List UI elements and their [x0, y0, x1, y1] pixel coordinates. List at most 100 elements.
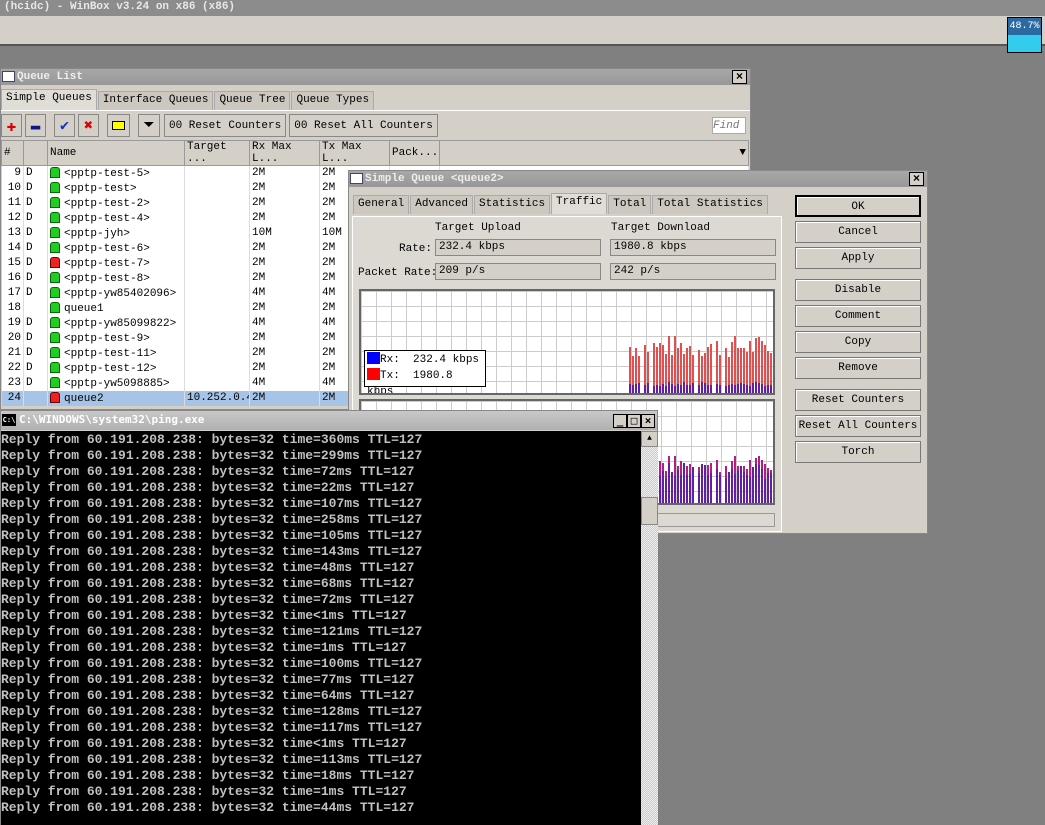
rx-bar [743, 384, 745, 393]
tab-total[interactable]: Total [608, 195, 652, 214]
tab-queue-types[interactable]: Queue Types [291, 91, 375, 110]
queue-list-title-bar[interactable]: Queue List × [1, 69, 750, 85]
scrollbar[interactable]: ▲ [641, 431, 658, 825]
queue-name: <pptp-test-6> [64, 242, 150, 255]
reset-counters-button[interactable]: Reset Counters [795, 389, 921, 411]
queue-target: 10.252.0.4 [184, 390, 250, 406]
row-number: 10 [1, 180, 24, 196]
queue-tabs: Simple Queues Interface Queues Queue Tree Q… [1, 89, 750, 110]
tab-statistics[interactable]: Statistics [474, 195, 551, 214]
rx-bar [746, 475, 748, 503]
queue-name: <pptp-jyh> [64, 227, 131, 240]
tab-simple-queues[interactable]: Simple Queues [1, 89, 97, 110]
rx-bar [686, 475, 688, 503]
queue-target [184, 240, 250, 256]
tab-queue-tree[interactable]: Queue Tree [214, 91, 291, 110]
rx-bar [677, 470, 679, 503]
upload-rate-field: 232.4 kbps [435, 239, 601, 256]
scroll-thumb[interactable] [641, 497, 658, 525]
tab-general[interactable]: General [353, 195, 410, 214]
window-icon [350, 173, 363, 184]
rx-bar [665, 386, 667, 393]
tab-traffic[interactable]: Traffic [551, 193, 608, 214]
enable-icon[interactable]: ✔ [54, 114, 75, 137]
rx-bar [632, 385, 634, 393]
queue-status-icon [50, 391, 60, 403]
add-icon[interactable]: ✚ [1, 114, 22, 137]
row-number: 23 [1, 375, 24, 391]
console-line: Reply from 60.191.208.238: bytes=32 time… [1, 736, 407, 751]
ping-title: C:\WINDOWS\system32\ping.exe [19, 413, 205, 426]
queue-status-icon [50, 301, 60, 313]
close-button[interactable]: × [909, 172, 924, 186]
queue-target [184, 300, 250, 316]
filter-icon[interactable]: ⏷ [138, 114, 160, 137]
rx-bar [662, 384, 664, 393]
close-button[interactable]: × [641, 414, 655, 428]
rx-bar [671, 384, 673, 393]
tab-total-statistics[interactable]: Total Statistics [652, 195, 768, 214]
row-number: 16 [1, 270, 24, 286]
comment-icon[interactable] [107, 114, 130, 137]
scroll-up-button[interactable]: ▲ [641, 431, 658, 447]
reset-counters-button[interactable]: 00 Reset Counters [164, 114, 287, 137]
console-line: Reply from 60.191.208.238: bytes=32 time… [1, 480, 415, 495]
row-number: 14 [1, 240, 24, 256]
ok-button[interactable]: OK [795, 195, 921, 217]
column-header[interactable]: # [1, 140, 24, 166]
queue-rx-max: 2M [249, 270, 320, 286]
queue-target [184, 165, 250, 181]
row-flag: D [23, 285, 48, 301]
rx-bar [734, 473, 736, 503]
disable-button[interactable]: Disable [795, 279, 921, 301]
close-button[interactable]: × [732, 70, 747, 84]
row-flag: D [23, 315, 48, 331]
rx-bar [707, 385, 709, 393]
torch-button[interactable]: Torch [795, 441, 921, 463]
row-flag: D [23, 240, 48, 256]
queue-rx-max: 2M [249, 300, 320, 316]
queue-name: <pptp-yw5098885> [64, 377, 170, 390]
maximize-button[interactable]: □ [627, 414, 641, 428]
column-header[interactable]: Rx Max L... [249, 140, 320, 166]
row-number: 20 [1, 330, 24, 346]
row-number: 24 [1, 390, 24, 406]
column-header[interactable]: Name [47, 140, 185, 166]
upload-packet-rate-field: 209 p/s [435, 263, 601, 280]
find-input[interactable] [712, 117, 746, 134]
cancel-button[interactable]: Cancel [795, 221, 921, 243]
column-header[interactable]: Tx Max L... [319, 140, 390, 166]
column-header[interactable]: Target ... [184, 140, 250, 166]
copy-button[interactable]: Copy [795, 331, 921, 353]
apply-button[interactable]: Apply [795, 247, 921, 269]
ping-title-bar[interactable]: C:\ C:\WINDOWS\system32\ping.exe _ □ × [1, 411, 657, 430]
queue-status-icon [50, 316, 60, 328]
reset-all-counters-button[interactable]: Reset All Counters [795, 415, 921, 437]
rx-bar [638, 382, 640, 393]
reset-all-counters-button[interactable]: 00 Reset All Counters [289, 114, 438, 137]
row-number: 15 [1, 255, 24, 271]
comment-button[interactable]: Comment [795, 305, 921, 327]
queue-status-icon [50, 331, 60, 343]
tx-bar [674, 336, 676, 393]
tab-advanced[interactable]: Advanced [410, 195, 474, 214]
cpu-meter: 48.7% [1007, 17, 1042, 53]
column-header[interactable]: Pack... [389, 140, 440, 166]
row-flag: D [23, 165, 48, 181]
disable-icon[interactable]: ✖ [78, 114, 99, 137]
rx-bar [737, 384, 739, 393]
rx-bar [770, 472, 772, 503]
column-menu[interactable]: ▼ [439, 140, 749, 166]
simple-queue-title-bar[interactable]: Simple Queue <queue2> × [349, 171, 927, 187]
rx-bar [758, 465, 760, 503]
remove-button[interactable]: Remove [795, 357, 921, 379]
queue-target [184, 255, 250, 271]
column-header[interactable] [23, 140, 48, 166]
row-flag: D [23, 270, 48, 286]
minimize-button[interactable]: _ [613, 414, 627, 428]
tab-interface-queues[interactable]: Interface Queues [97, 91, 214, 110]
remove-icon[interactable]: ▬ [25, 114, 46, 137]
download-packet-rate-field: 242 p/s [610, 263, 776, 280]
queue-rx-max: 4M [249, 285, 320, 301]
row-number: 18 [1, 300, 24, 316]
